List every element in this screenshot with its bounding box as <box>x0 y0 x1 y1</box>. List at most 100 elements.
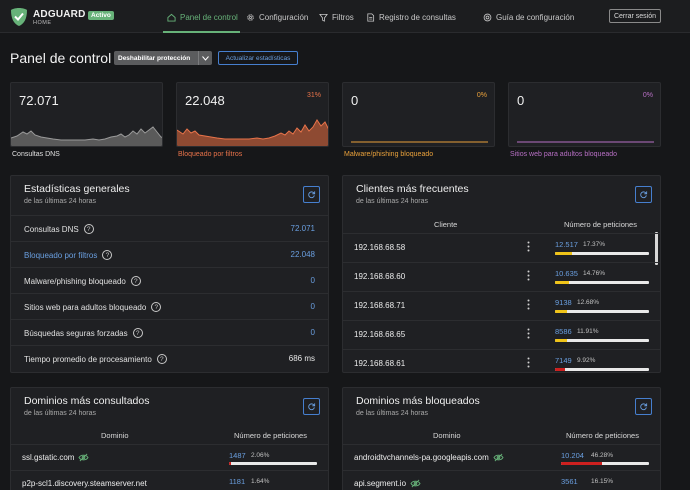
help-icon[interactable]: ? <box>151 302 162 312</box>
help-icon[interactable]: ? <box>130 276 141 286</box>
request-percent: 46.28% <box>591 452 614 459</box>
panel-title: Dominios más consultados <box>24 395 150 407</box>
nav-query-log[interactable]: Registro de consultas <box>366 9 456 25</box>
progress-bar <box>555 281 649 284</box>
stat-row-dns-queries: Consultas DNS? 72.071 <box>11 215 328 241</box>
stat-row-avg-processing: Tiempo promedio de procesamiento? 686 ms <box>11 345 328 371</box>
request-count[interactable]: 10.635 <box>555 269 578 278</box>
help-icon[interactable]: ? <box>156 354 167 364</box>
stat-value: 22.048 <box>185 93 225 108</box>
sparkline-blocked-filters <box>177 119 328 146</box>
stat-row-value[interactable]: 0 <box>311 328 315 337</box>
kebab-menu-icon[interactable] <box>527 328 530 339</box>
help-icon[interactable]: ? <box>132 328 143 338</box>
brand-name: ADGUARD <box>33 9 86 20</box>
stat-row-label: Consultas DNS <box>24 224 79 234</box>
refresh-button[interactable] <box>635 186 652 203</box>
refresh-button[interactable] <box>635 398 652 415</box>
stat-row-value[interactable]: 0 <box>311 276 315 285</box>
stat-label-blocked-filters: Bloqueado por filtros <box>178 151 243 158</box>
disable-protection-button[interactable]: Deshabilitar protección <box>114 51 212 65</box>
client-ip[interactable]: 192.168.68.58 <box>354 243 405 252</box>
adguard-shield-logo[interactable] <box>10 7 28 27</box>
stat-row-label: Sitios web para adultos bloqueado <box>24 302 147 312</box>
stat-row-value[interactable]: 22.048 <box>291 250 315 259</box>
column-header-requests[interactable]: Número de peticiones <box>564 220 637 229</box>
column-header-client[interactable]: Cliente <box>434 220 457 229</box>
request-count[interactable]: 12.517 <box>555 240 578 249</box>
column-header-domain[interactable]: Dominio <box>433 431 461 440</box>
column-header-requests[interactable]: Número de peticiones <box>566 431 639 440</box>
table-row: 192.168.68.60 10.635 14.76% <box>343 262 660 291</box>
table-row: api.segment.io 3561 16.15% <box>343 470 660 490</box>
domain-name[interactable]: ssl.gstatic.com <box>22 453 74 462</box>
client-ip[interactable]: 192.168.68.60 <box>354 272 405 281</box>
domain-cell: androidtvchannels-pa.googleapis.com <box>354 453 504 462</box>
client-ip[interactable]: 192.168.68.61 <box>354 359 405 368</box>
gear-icon <box>247 13 254 21</box>
domain-name[interactable]: androidtvchannels-pa.googleapis.com <box>354 453 489 462</box>
table-row: androidtvchannels-pa.googleapis.com 10.20… <box>343 444 660 470</box>
eye-slash-icon[interactable] <box>493 453 504 462</box>
stat-row-adult-sites: Sitios web para adultos bloqueado? 0 <box>11 293 328 319</box>
progress-bar-fill <box>555 339 567 342</box>
client-ip[interactable]: 192.168.68.65 <box>354 330 405 339</box>
kebab-menu-icon[interactable] <box>527 241 530 252</box>
domain-name[interactable]: p2p-scl1.discovery.steamserver.net <box>22 479 147 488</box>
panel-subtitle: de las últimas 24 horas <box>24 198 96 205</box>
sparkline-adult-sites <box>517 141 654 143</box>
logout-button[interactable]: Cerrar sesión <box>609 9 661 23</box>
help-icon[interactable]: ? <box>102 250 113 260</box>
stat-row-label[interactable]: Bloqueado por filtros <box>24 251 97 260</box>
column-header-requests[interactable]: Número de peticiones <box>234 431 307 440</box>
stat-percent: 0% <box>642 92 653 99</box>
nav-dashboard-label: Panel de control <box>180 12 238 22</box>
nav-settings[interactable]: Configuración <box>246 9 308 25</box>
stat-row-malware: Malware/phishing bloqueado? 0 <box>11 267 328 293</box>
refresh-icon <box>640 403 648 411</box>
kebab-menu-icon[interactable] <box>527 299 530 310</box>
table-row: 192.168.68.71 9138 12.68% <box>343 291 660 320</box>
progress-bar <box>555 339 649 342</box>
stat-row-value: 686 ms <box>288 354 315 363</box>
nav-settings-label: Configuración <box>259 12 309 22</box>
refresh-button[interactable] <box>303 186 320 203</box>
page-title: Panel de control <box>10 50 112 66</box>
kebab-menu-icon[interactable] <box>527 270 530 281</box>
nav-filters[interactable]: Filtros <box>319 9 354 25</box>
request-count[interactable]: 7149 <box>555 356 572 365</box>
chevron-down-icon[interactable] <box>198 51 212 65</box>
help-icon[interactable]: ? <box>83 224 94 234</box>
panel-subtitle: de las últimas 24 horas <box>356 198 428 205</box>
column-header-domain[interactable]: Dominio <box>101 431 129 440</box>
domain-cell: ssl.gstatic.com <box>22 453 89 462</box>
domain-name[interactable]: api.segment.io <box>354 479 406 488</box>
stat-card-dns-queries: 72.071 <box>10 82 163 147</box>
stat-row-value[interactable]: 0 <box>311 302 315 311</box>
progress-bar-fill <box>561 462 602 465</box>
request-count[interactable]: 10.204 <box>561 451 584 460</box>
request-count[interactable]: 9138 <box>555 298 572 307</box>
request-count[interactable]: 8586 <box>555 327 572 336</box>
request-percent: 11.91% <box>577 328 599 335</box>
refresh-stats-button[interactable]: Actualizar estadísticas <box>218 51 298 65</box>
refresh-button[interactable] <box>303 398 320 415</box>
stat-row-value[interactable]: 72.071 <box>291 224 315 233</box>
lifebuoy-icon <box>483 13 492 21</box>
filter-icon <box>319 13 328 22</box>
nav-setup-guide[interactable]: Guía de configuración <box>483 9 574 25</box>
kebab-menu-icon[interactable] <box>527 357 530 368</box>
client-ip[interactable]: 192.168.68.71 <box>354 301 405 310</box>
eye-slash-icon[interactable] <box>410 479 421 488</box>
panel-title: Dominios más bloqueados <box>356 395 480 407</box>
eye-slash-icon[interactable] <box>78 453 89 462</box>
progress-bar-fill <box>555 281 570 284</box>
table-row: 192.168.68.58 12.517 17.37% <box>343 233 660 262</box>
nav-dashboard[interactable]: Panel de control <box>167 9 238 25</box>
request-count[interactable]: 1181 <box>229 477 245 486</box>
domain-cell: p2p-scl1.discovery.steamserver.net <box>22 479 147 488</box>
request-count[interactable]: 3561 <box>561 477 578 486</box>
progress-bar-fill <box>555 252 572 255</box>
request-percent: 17.37% <box>583 241 606 248</box>
request-count[interactable]: 1487 <box>229 451 246 460</box>
